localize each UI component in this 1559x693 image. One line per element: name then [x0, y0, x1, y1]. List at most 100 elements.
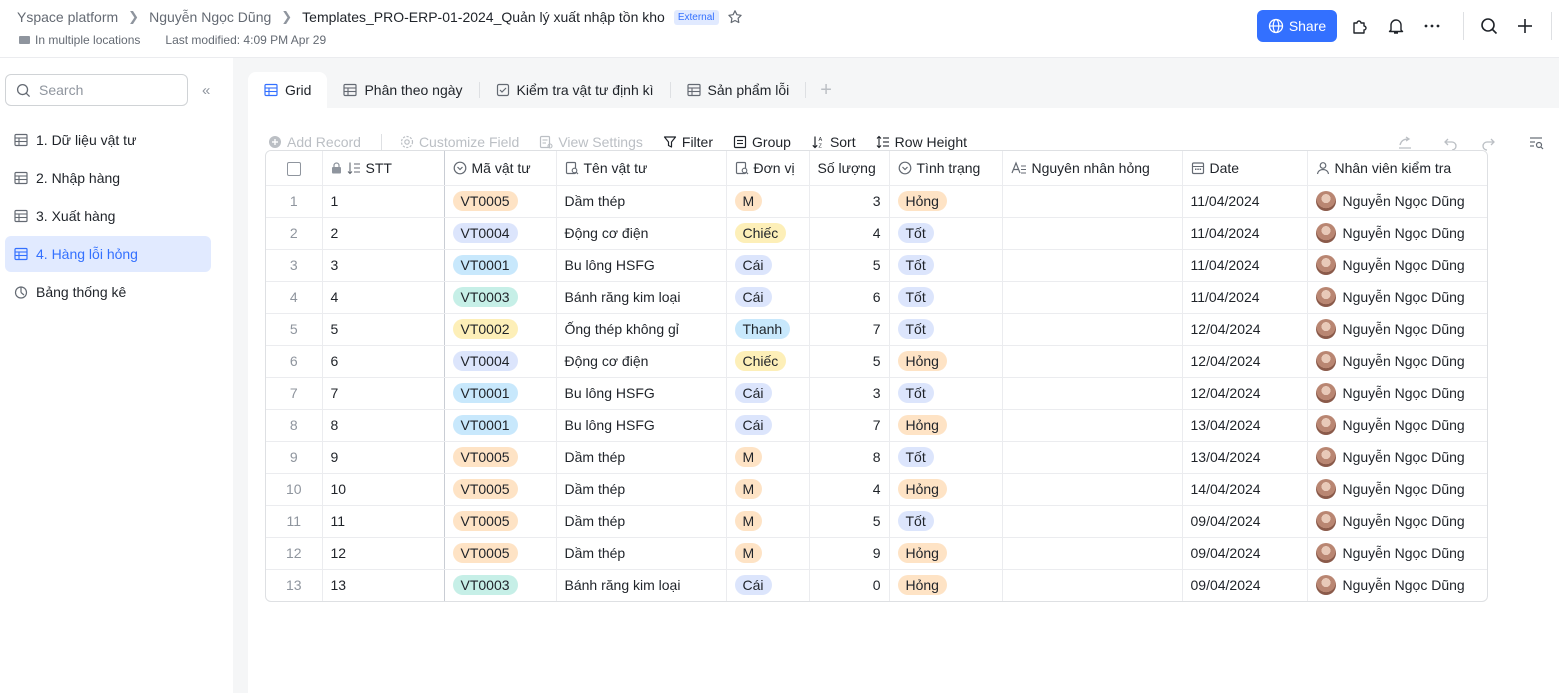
- cell-nguyen-nhan-hong[interactable]: [1002, 409, 1183, 442]
- cell-date[interactable]: 11/04/2024: [1182, 185, 1308, 218]
- cell-ma-vat-tu[interactable]: VT0005: [444, 185, 557, 218]
- cell-ma-vat-tu[interactable]: VT0004: [444, 345, 557, 378]
- cell-don-vi[interactable]: Cái: [726, 569, 810, 601]
- search-icon[interactable]: [1479, 16, 1499, 36]
- tab-kiem-tra-vat-tu[interactable]: Kiểm tra vật tư định kì: [480, 72, 670, 108]
- cell-date[interactable]: 13/04/2024: [1182, 409, 1308, 442]
- cell-don-vi[interactable]: Thanh: [726, 313, 810, 346]
- cell-ma-vat-tu[interactable]: VT0003: [444, 281, 557, 314]
- add-icon[interactable]: [1515, 16, 1535, 36]
- select-all-checkbox[interactable]: [286, 161, 301, 176]
- share-view-icon[interactable]: [1397, 135, 1413, 151]
- cell-date[interactable]: 12/04/2024: [1182, 345, 1308, 378]
- sidebar-item-hang-loi-hong[interactable]: 4. Hàng lỗi hỏng: [5, 236, 211, 272]
- cell-stt[interactable]: 7: [322, 377, 445, 410]
- sidebar-item-bang-thong-ke[interactable]: Bảng thống kê: [5, 274, 211, 310]
- cell-ten-vat-tu[interactable]: Dầm thép: [556, 441, 727, 474]
- cell-don-vi[interactable]: Chiếc: [726, 345, 810, 378]
- table-row[interactable]: 11 11 VT0005 Dầm thép M 5 Tốt 09/04/2024 Nguyễn …: [266, 505, 1487, 538]
- tab-grid[interactable]: Grid: [248, 72, 328, 108]
- redo-icon[interactable]: [1480, 135, 1496, 151]
- cell-nhan-vien-kiem-tra[interactable]: Nguyễn Ngọc Dũng: [1307, 217, 1487, 250]
- column-header-ten-vat-tu[interactable]: Tên vật tư: [556, 151, 727, 186]
- cell-stt[interactable]: 5: [322, 313, 445, 346]
- cell-nhan-vien-kiem-tra[interactable]: Nguyễn Ngọc Dũng: [1307, 441, 1487, 474]
- cell-date[interactable]: 12/04/2024: [1182, 313, 1308, 346]
- cell-don-vi[interactable]: M: [726, 537, 810, 570]
- bell-icon[interactable]: [1386, 16, 1406, 36]
- undo-icon[interactable]: [1443, 135, 1459, 151]
- cell-ten-vat-tu[interactable]: Dầm thép: [556, 505, 727, 538]
- cell-date[interactable]: 11/04/2024: [1182, 249, 1308, 282]
- column-header-ma-vat-tu[interactable]: Mã vật tư: [444, 151, 557, 186]
- cell-date[interactable]: 09/04/2024: [1182, 569, 1308, 601]
- cell-nhan-vien-kiem-tra[interactable]: Nguyễn Ngọc Dũng: [1307, 281, 1487, 314]
- cell-don-vi[interactable]: Cái: [726, 409, 810, 442]
- cell-ten-vat-tu[interactable]: Bu lông HSFG: [556, 249, 727, 282]
- cell-tinh-trang[interactable]: Hỏng: [889, 409, 1003, 442]
- cell-don-vi[interactable]: Cái: [726, 249, 810, 282]
- cell-ten-vat-tu[interactable]: Ống thép không gỉ: [556, 313, 727, 346]
- cell-so-luong[interactable]: 5: [809, 249, 890, 282]
- table-row[interactable]: 1 1 VT0005 Dầm thép M 3 Hỏng 11/04/2024 Nguyễn N…: [266, 185, 1487, 218]
- cell-nguyen-nhan-hong[interactable]: [1002, 217, 1183, 250]
- cell-so-luong[interactable]: 9: [809, 537, 890, 570]
- star-icon[interactable]: [727, 9, 743, 25]
- column-header-stt[interactable]: STT: [322, 151, 445, 186]
- cell-ma-vat-tu[interactable]: VT0005: [444, 441, 557, 474]
- cell-nguyen-nhan-hong[interactable]: [1002, 281, 1183, 314]
- cell-date[interactable]: 11/04/2024: [1182, 281, 1308, 314]
- table-row[interactable]: 3 3 VT0001 Bu lông HSFG Cái 5 Tốt 11/04/2024 Ngu…: [266, 249, 1487, 282]
- cell-don-vi[interactable]: Chiếc: [726, 217, 810, 250]
- location-text[interactable]: In multiple locations: [35, 33, 140, 47]
- plugin-icon[interactable]: [1350, 16, 1370, 36]
- group-button[interactable]: Group: [733, 134, 791, 150]
- view-settings-button[interactable]: View Settings: [539, 134, 643, 150]
- cell-don-vi[interactable]: M: [726, 185, 810, 218]
- cell-stt[interactable]: 9: [322, 441, 445, 474]
- cell-so-luong[interactable]: 7: [809, 313, 890, 346]
- cell-stt[interactable]: 1: [322, 185, 445, 218]
- cell-tinh-trang[interactable]: Tốt: [889, 377, 1003, 410]
- cell-date[interactable]: 14/04/2024: [1182, 473, 1308, 506]
- cell-stt[interactable]: 10: [322, 473, 445, 506]
- cell-tinh-trang[interactable]: Hỏng: [889, 537, 1003, 570]
- add-record-button[interactable]: Add Record: [268, 134, 361, 150]
- sort-button[interactable]: AZ Sort: [811, 134, 856, 150]
- cell-ma-vat-tu[interactable]: VT0005: [444, 505, 557, 538]
- cell-nguyen-nhan-hong[interactable]: [1002, 377, 1183, 410]
- cell-so-luong[interactable]: 5: [809, 345, 890, 378]
- filter-button[interactable]: Filter: [663, 134, 713, 150]
- cell-ten-vat-tu[interactable]: Dầm thép: [556, 185, 727, 218]
- cell-nguyen-nhan-hong[interactable]: [1002, 185, 1183, 218]
- cell-so-luong[interactable]: 6: [809, 281, 890, 314]
- sidebar-item-xuat-hang[interactable]: 3. Xuất hàng: [5, 198, 211, 234]
- cell-nhan-vien-kiem-tra[interactable]: Nguyễn Ngọc Dũng: [1307, 377, 1487, 410]
- table-row[interactable]: 7 7 VT0001 Bu lông HSFG Cái 3 Tốt 12/04/2024 Ngu…: [266, 377, 1487, 410]
- tab-phan-theo-ngay[interactable]: Phân theo ngày: [327, 72, 478, 108]
- table-row[interactable]: 5 5 VT0002 Ống thép không gỉ Thanh 7 Tốt 12/04/…: [266, 313, 1487, 346]
- column-header-tinh-trang[interactable]: Tình trạng: [889, 151, 1003, 186]
- tab-san-pham-loi[interactable]: Sản phẩm lỗi: [671, 72, 806, 108]
- cell-tinh-trang[interactable]: Tốt: [889, 441, 1003, 474]
- cell-stt[interactable]: 3: [322, 249, 445, 282]
- cell-nhan-vien-kiem-tra[interactable]: Nguyễn Ngọc Dũng: [1307, 537, 1487, 570]
- cell-stt[interactable]: 13: [322, 569, 445, 601]
- cell-nhan-vien-kiem-tra[interactable]: Nguyễn Ngọc Dũng: [1307, 505, 1487, 538]
- cell-tinh-trang[interactable]: Hỏng: [889, 569, 1003, 601]
- cell-ma-vat-tu[interactable]: VT0004: [444, 217, 557, 250]
- cell-so-luong[interactable]: 8: [809, 441, 890, 474]
- cell-nguyen-nhan-hong[interactable]: [1002, 505, 1183, 538]
- breadcrumb-owner[interactable]: Nguyễn Ngọc Dũng: [149, 9, 271, 25]
- cell-ma-vat-tu[interactable]: VT0001: [444, 409, 557, 442]
- table-row[interactable]: 6 6 VT0004 Động cơ điện Chiếc 5 Hỏng 12/04/2024…: [266, 345, 1487, 378]
- table-row[interactable]: 4 4 VT0003 Bánh răng kim loại Cái 6 Tốt 11/04/2…: [266, 281, 1487, 314]
- search-in-view-icon[interactable]: [1528, 135, 1544, 151]
- cell-nguyen-nhan-hong[interactable]: [1002, 313, 1183, 346]
- cell-ten-vat-tu[interactable]: Bu lông HSFG: [556, 409, 727, 442]
- share-button[interactable]: Share: [1257, 10, 1337, 42]
- cell-ma-vat-tu[interactable]: VT0003: [444, 569, 557, 601]
- collapse-sidebar-icon[interactable]: «: [202, 82, 210, 99]
- cell-ten-vat-tu[interactable]: Bánh răng kim loại: [556, 569, 727, 601]
- cell-ten-vat-tu[interactable]: Bánh răng kim loại: [556, 281, 727, 314]
